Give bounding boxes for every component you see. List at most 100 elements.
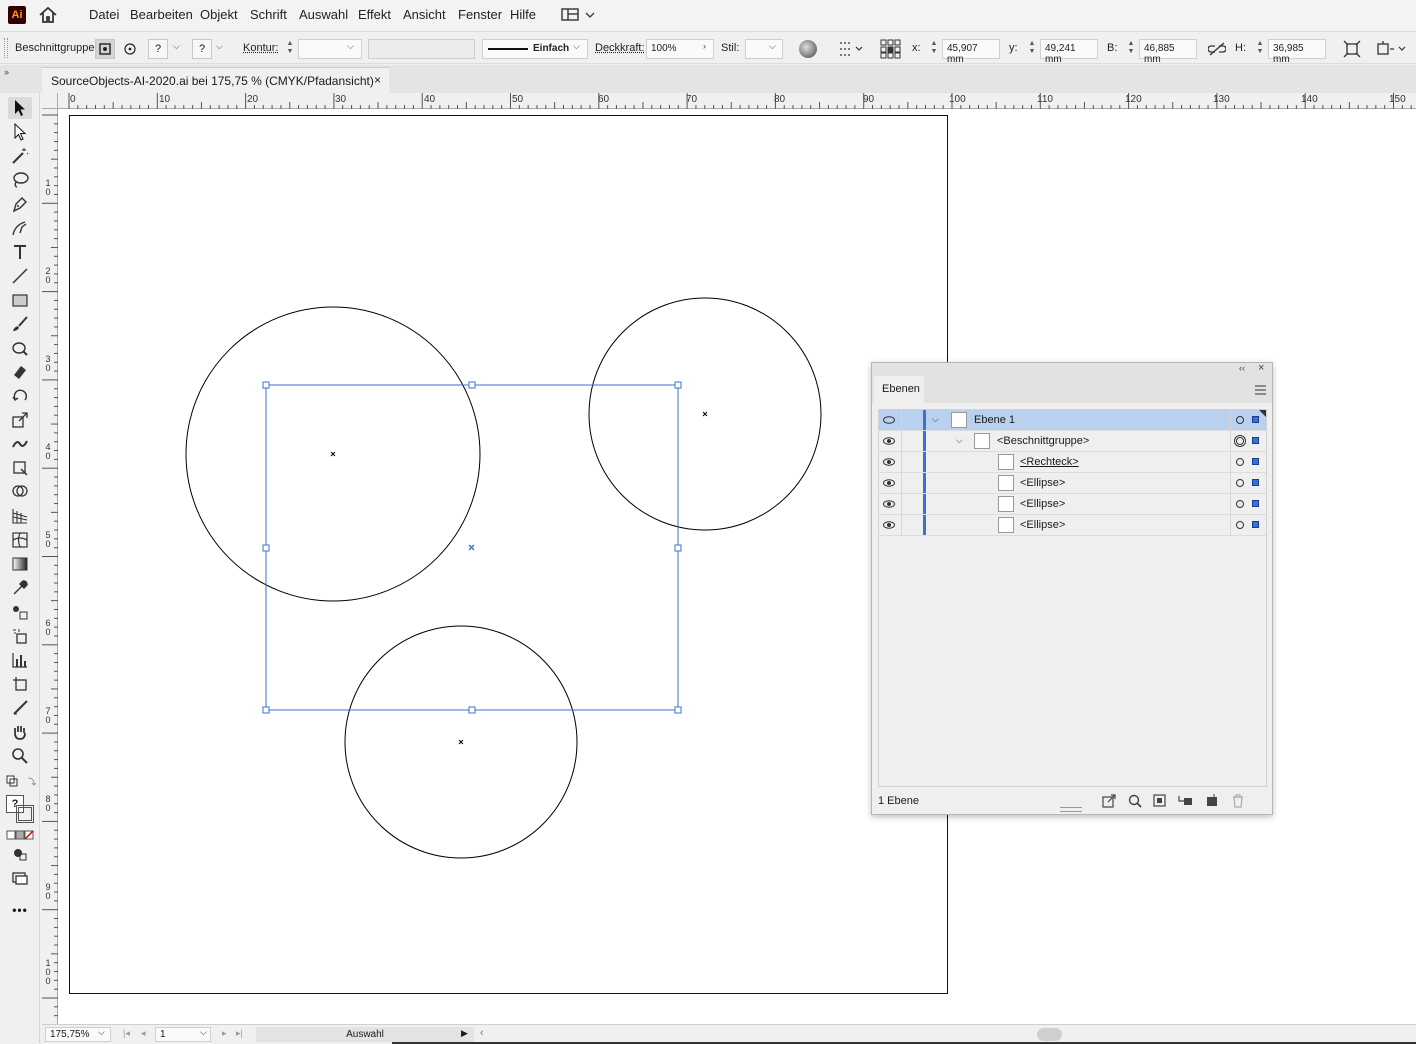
opacity-arrow-icon[interactable]: ›	[703, 41, 706, 51]
scale-tool-icon[interactable]	[8, 409, 32, 431]
style-chevron-icon[interactable]: ⌵	[769, 41, 776, 52]
gradient-tool-icon[interactable]	[8, 553, 32, 575]
screen-mode-icon[interactable]	[8, 867, 32, 889]
handle-bottom-left[interactable]	[263, 707, 269, 713]
menu-hilfe[interactable]: Hilfe	[510, 7, 536, 22]
height-field[interactable]: 36,985 mm	[1268, 39, 1326, 59]
stroke-weight-chevron-icon[interactable]: ⌵	[347, 41, 354, 52]
reference-point-icon[interactable]	[880, 39, 902, 59]
height-spinner-icon[interactable]: ▲ ▼	[1255, 40, 1265, 58]
layer-row[interactable]: <Rechteck>	[879, 452, 1266, 473]
column-graph-tool-icon[interactable]	[8, 649, 32, 671]
target-double-circle-icon[interactable]	[1234, 435, 1246, 447]
recolor-artwork-icon[interactable]	[799, 40, 817, 58]
lock-column[interactable]	[901, 494, 902, 514]
free-transform-tool-icon[interactable]	[8, 457, 32, 479]
horizontal-scroll-thumb[interactable]	[1037, 1028, 1062, 1041]
make-clipping-mask-icon[interactable]	[1152, 793, 1168, 809]
horizontal-ruler[interactable]: 0 10 20 30 40 50 60 70 80 90 100 110 120…	[58, 93, 1416, 109]
next-artboard-icon[interactable]: ▸	[222, 1028, 227, 1039]
panel-resize-grip[interactable]	[1060, 807, 1082, 812]
ruler-origin[interactable]	[42, 93, 58, 109]
tab-layers[interactable]: Ebenen	[874, 376, 924, 403]
brush-chevron-icon[interactable]: ⌵	[573, 41, 580, 52]
target-circle-icon[interactable]	[1236, 500, 1244, 508]
last-artboard-icon[interactable]: ▸|	[236, 1028, 243, 1039]
pen-tool-icon[interactable]	[8, 193, 32, 215]
menu-datei[interactable]: Datei	[89, 7, 119, 22]
eyedropper-tool-icon[interactable]	[8, 577, 32, 599]
edit-clipping-path-button[interactable]	[95, 39, 115, 59]
visibility-eye-icon[interactable]	[883, 435, 895, 447]
handle-top-left[interactable]	[263, 382, 269, 388]
visibility-eye-icon[interactable]	[883, 519, 895, 531]
constrain-proportions-icon[interactable]	[1208, 42, 1226, 56]
layer-name[interactable]: <Rechteck>	[1020, 456, 1079, 468]
locate-object-icon[interactable]	[1127, 793, 1143, 809]
color-mode-buttons[interactable]	[6, 829, 34, 839]
selection-bounding-box[interactable]	[263, 382, 681, 713]
workspace-switcher[interactable]	[561, 8, 597, 22]
mesh-tool-icon[interactable]	[8, 529, 32, 551]
artboard-chevron-icon[interactable]: ⌵	[200, 1027, 207, 1038]
blend-tool-icon[interactable]	[8, 601, 32, 623]
selection-indicator-icon[interactable]	[1252, 521, 1259, 528]
rotate-tool-icon[interactable]	[8, 385, 32, 407]
paintbrush-tool-icon[interactable]	[8, 313, 32, 335]
export-icon[interactable]	[1101, 793, 1117, 809]
stroke-swatch[interactable]	[16, 805, 34, 823]
selection-indicator-icon[interactable]	[1252, 458, 1259, 465]
menu-ansicht[interactable]: Ansicht	[403, 7, 446, 22]
visibility-eye-icon[interactable]	[883, 414, 895, 426]
selection-indicator-icon[interactable]	[1252, 500, 1259, 507]
menu-effekt[interactable]: Effekt	[358, 7, 391, 22]
align-dropdown[interactable]	[838, 40, 864, 58]
slice-tool-icon[interactable]	[8, 697, 32, 719]
symbol-sprayer-tool-icon[interactable]	[8, 625, 32, 647]
panel-menu-icon[interactable]	[1255, 384, 1266, 394]
first-artboard-icon[interactable]: |◂	[123, 1028, 130, 1039]
handle-bottom-right[interactable]	[675, 707, 681, 713]
new-layer-icon[interactable]	[1204, 793, 1220, 809]
draw-mode-icon[interactable]	[8, 843, 32, 865]
curvature-tool-icon[interactable]	[8, 217, 32, 239]
layer-name[interactable]: <Ellipse>	[1020, 498, 1065, 510]
fill-stroke-swatch[interactable]: ?	[6, 795, 36, 823]
fill-color-button[interactable]: ?	[148, 39, 168, 59]
layer-name[interactable]: Ebene 1	[974, 414, 1015, 426]
edit-toolbar-more-icon[interactable]: •••	[8, 899, 32, 921]
selection-indicator-icon[interactable]	[1252, 416, 1259, 423]
type-tool-icon[interactable]	[8, 241, 32, 263]
hand-tool-icon[interactable]	[8, 721, 32, 743]
perspective-grid-tool-icon[interactable]	[8, 505, 32, 527]
edit-contents-button[interactable]	[120, 39, 140, 59]
artboard-tool-icon[interactable]	[8, 673, 32, 695]
layer-row[interactable]: ⌵ <Beschnittgruppe>	[879, 431, 1266, 452]
layer-row[interactable]: <Ellipse>	[879, 494, 1266, 515]
stroke-label[interactable]: Kontur:	[243, 42, 278, 54]
current-tool-display[interactable]: Auswahl	[256, 1027, 474, 1042]
control-bar-grip[interactable]	[4, 38, 8, 58]
handle-middle-left[interactable]	[263, 545, 269, 551]
target-circle-icon[interactable]	[1236, 416, 1244, 424]
document-tab[interactable]: SourceObjects-AI-2020.ai bei 175,75 % (C…	[42, 67, 389, 93]
width-spinner-icon[interactable]: ▲ ▼	[1126, 40, 1136, 58]
width-tool-icon[interactable]	[8, 433, 32, 455]
layers-panel-header[interactable]: ‹‹ ×	[872, 363, 1272, 376]
collapse-toolbar-icon[interactable]: »	[4, 67, 9, 77]
vertical-ruler[interactable]: 10 20 30 40 50 60 70 80 90 100	[42, 109, 58, 1024]
close-panel-icon[interactable]: ×	[1258, 362, 1264, 374]
layer-name[interactable]: <Beschnittgruppe>	[997, 435, 1089, 447]
default-colors-icon[interactable]	[6, 775, 36, 789]
new-sublayer-icon[interactable]	[1177, 793, 1193, 809]
layer-row[interactable]: <Ellipse>	[879, 515, 1266, 536]
handle-bottom-middle[interactable]	[469, 707, 475, 713]
close-tab-icon[interactable]: ×	[374, 73, 381, 87]
selection-tool-icon[interactable]	[8, 97, 32, 119]
lock-column[interactable]	[901, 410, 902, 430]
handle-top-middle[interactable]	[469, 382, 475, 388]
target-circle-icon[interactable]	[1236, 521, 1244, 529]
graphic-style-swatch[interactable]	[745, 39, 783, 59]
delete-layer-icon[interactable]	[1230, 793, 1246, 809]
stroke-dropdown-chevron-icon[interactable]: ⌵	[216, 41, 223, 52]
